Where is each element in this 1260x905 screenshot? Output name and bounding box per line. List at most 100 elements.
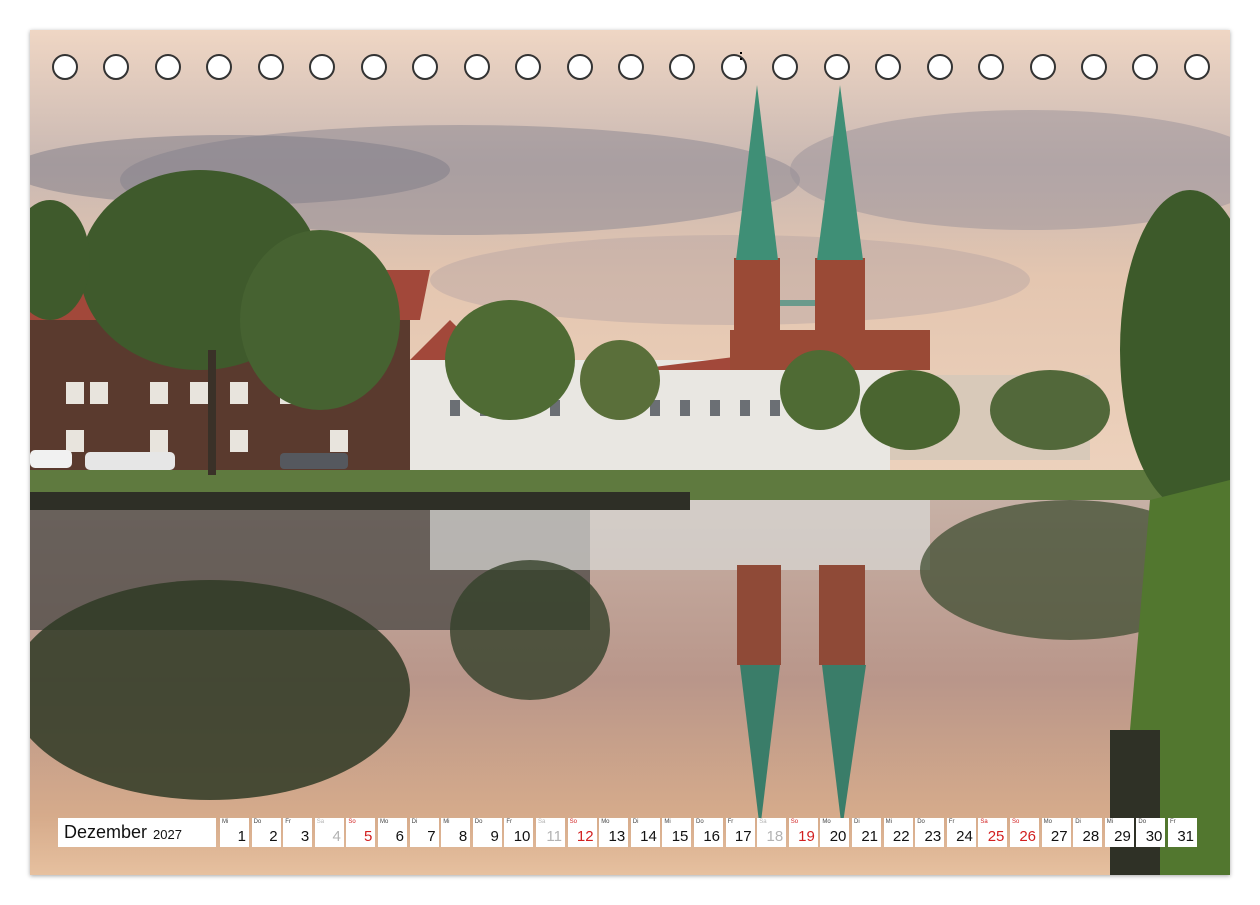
day-cell: Do 30 [1136,818,1166,847]
day-number: 18 [766,828,784,845]
day-number: 10 [513,828,531,845]
weekday-label: Di [411,819,418,825]
day-number: 12 [576,828,594,845]
weekday-label: So [569,819,577,825]
day-number: 7 [427,828,436,845]
month-name: Dezember [64,822,148,842]
day-cell: Fr 17 [725,818,755,847]
day-cell: Mi 1 [220,818,249,847]
binding-ring [978,54,1005,80]
day-cell: So 5 [346,818,376,847]
binding-ring [360,54,387,80]
day-number: 4 [332,828,341,845]
weekday-label: Fr [727,819,734,825]
weekday-label: Do [917,819,925,825]
day-cell: Di 21 [852,818,881,847]
day-cell: Mo 13 [599,818,629,847]
binding-ring [309,54,336,80]
weekday-label: Fr [506,819,513,825]
day-number: 17 [734,828,752,845]
day-cell: Fr 31 [1168,818,1197,847]
day-number: 26 [1019,828,1036,845]
binding-ring [926,54,953,80]
day-cell: Mi 22 [883,818,913,847]
hanger-hook [739,52,742,66]
day-cell: Fr 3 [283,818,313,847]
weekday-label: Mi [1106,819,1114,825]
day-number: 23 [924,828,942,845]
binding-ring [206,54,233,80]
binding-ring [617,54,644,80]
day-cell: Do 2 [251,818,281,847]
day-number: 27 [1050,828,1068,845]
day-cell: Mo 6 [378,818,407,847]
binding-ring [1132,54,1159,80]
day-cell: Do 9 [472,818,502,847]
day-number: 13 [608,828,626,845]
day-number: 8 [458,828,468,845]
day-number: 6 [395,828,404,845]
cathedral-photo [30,30,1230,875]
day-number: 16 [703,828,720,845]
day-cell: Fr 24 [946,818,976,847]
day-number: 14 [640,828,657,845]
weekday-label: Sa [759,819,767,825]
day-cell: Mo 27 [1041,818,1071,847]
weekday-label: Mi [664,819,671,825]
day-number: 15 [671,828,689,845]
binding-ring [412,54,439,80]
weekday-label: Do [474,819,483,825]
binding-ring [772,54,799,80]
day-number: 30 [1145,828,1163,845]
binding-ring [52,54,78,80]
weekday-label: Di [632,819,639,825]
binding-ring [103,54,130,80]
binding-ring [1029,54,1056,80]
spiral-binding [52,52,1212,80]
weekday-label: So [790,819,799,825]
day-number: 19 [798,828,815,845]
binding-ring [154,54,181,80]
day-number: 3 [300,828,310,845]
weekday-label: Do [253,819,262,825]
day-cell: Mi 15 [662,818,692,847]
weekday-label: Mo [380,819,389,825]
day-number: 25 [987,828,1005,845]
day-number: 9 [490,828,499,845]
day-number: 31 [1177,828,1194,845]
weekday-label: Sa [980,819,988,825]
binding-ring [875,54,902,80]
day-cell: Sa 25 [978,818,1008,847]
weekday-label: Do [696,819,704,825]
day-cell: So 26 [1010,818,1039,847]
binding-ring [669,54,696,80]
weekday-label: Di [854,819,860,825]
day-number: 22 [892,828,910,845]
weekday-label: Mo [822,819,831,825]
calendar-page: Dezember 2027 Mi 1 Do 2 Fr 3 Sa 4 So 5 Mo 6 Di 7 Mi 8 Do… [30,30,1230,875]
day-number: 5 [364,828,373,845]
weekday-label: So [348,819,356,825]
binding-ring [1081,54,1107,80]
day-number: 28 [1082,828,1100,845]
weekday-label: Fr [285,819,291,825]
day-cell: Mi 29 [1104,818,1134,847]
day-cell: Do 16 [694,818,723,847]
day-cell: Sa 18 [757,818,787,847]
weekday-label: Di [1075,819,1081,825]
binding-ring [566,54,593,80]
weekday-label: Fr [1170,819,1176,825]
binding-ring [463,54,490,80]
day-number: 24 [956,828,973,845]
month-label: Dezember 2027 [58,818,216,847]
day-cell: Fr 10 [504,818,534,847]
binding-ring [1183,54,1210,80]
day-cell: Mo 20 [820,818,850,847]
day-number: 21 [861,828,878,845]
day-number: 2 [269,828,278,845]
day-number: 11 [546,828,562,845]
weekday-label: Mi [885,819,892,825]
weekday-label: Mo [601,819,610,825]
weekday-label: Fr [948,819,955,825]
weekday-label: Do [1138,819,1147,825]
